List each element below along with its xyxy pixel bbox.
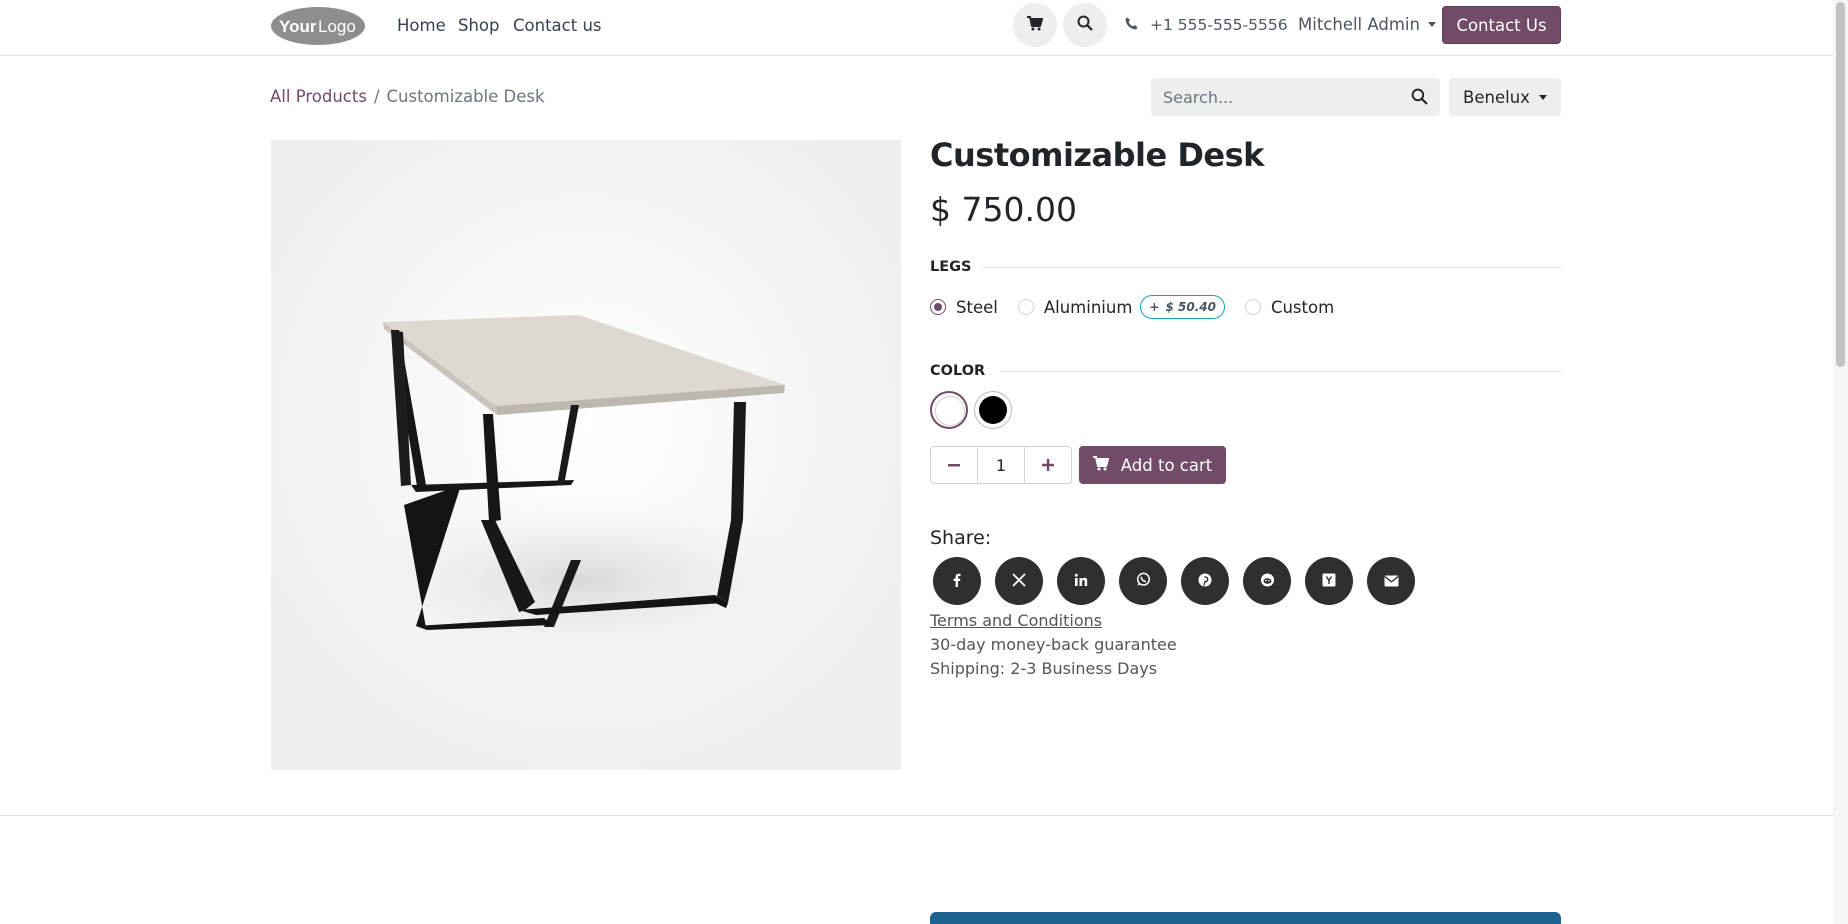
add-to-cart-button[interactable]: Add to cart — [1079, 446, 1226, 484]
pinterest-icon — [1198, 572, 1212, 591]
quantity-input[interactable]: 1 — [977, 447, 1025, 483]
share-x-button[interactable] — [995, 557, 1043, 605]
svg-text:Your: Your — [279, 17, 317, 36]
pricelist-dropdown[interactable]: Benelux — [1449, 78, 1561, 116]
user-name: Mitchell Admin — [1298, 15, 1420, 34]
legs-radio-steel[interactable] — [930, 299, 946, 315]
price-extra-badge: + $ 50.40 — [1140, 295, 1225, 319]
linkedin-icon — [1074, 572, 1088, 591]
search-icon[interactable] — [1411, 88, 1428, 109]
hacker-news-icon — [1322, 572, 1336, 591]
legs-radio-aluminium[interactable] — [1017, 299, 1034, 315]
share-reddit-button[interactable] — [1243, 557, 1291, 605]
share-hacker-news-button[interactable] — [1305, 557, 1353, 605]
breadcrumb-separator: / — [373, 87, 380, 106]
breadcrumb-all-products[interactable]: All Products — [270, 87, 367, 106]
price-extra-sign: + — [1149, 300, 1160, 314]
legs-options: Steel Aluminium + $ 50.40 Custom — [930, 295, 1334, 319]
terms-and-conditions-link[interactable]: Terms and Conditions — [930, 611, 1102, 630]
phone-link[interactable]: +1 555-555-5556 — [1125, 16, 1288, 34]
quantity-decrease-button[interactable] — [931, 447, 977, 483]
nav-contact-us[interactable]: Contact us — [513, 16, 602, 35]
share-facebook-button[interactable] — [933, 557, 981, 605]
quantity-increase-button[interactable] — [1025, 447, 1071, 483]
chevron-down-icon — [1427, 22, 1436, 27]
page-scrollbar[interactable] — [1833, 0, 1848, 924]
money-back-guarantee: 30-day money-back guarantee — [930, 635, 1177, 654]
cart-icon — [1092, 455, 1110, 475]
scrollbar-thumb[interactable] — [1836, 2, 1845, 367]
add-to-cart-label: Add to cart — [1120, 455, 1213, 475]
share-pinterest-button[interactable] — [1181, 557, 1229, 605]
search-icon — [1077, 15, 1093, 35]
product-name: Customizable Desk — [930, 136, 1264, 174]
nav-shop[interactable]: Shop — [458, 16, 500, 35]
legs-attribute-label: LEGS — [930, 259, 972, 275]
legs-divider — [983, 267, 1561, 268]
color-divider — [1000, 371, 1561, 372]
share-email-button[interactable] — [1367, 557, 1415, 605]
minus-icon — [948, 456, 960, 475]
header-search-button[interactable] — [1063, 3, 1107, 47]
share-label: Share: — [930, 527, 992, 549]
breadcrumb-current: Customizable Desk — [386, 87, 545, 106]
site-logo[interactable]: Your Logo — [270, 6, 366, 46]
search-input[interactable] — [1151, 78, 1391, 116]
whatsapp-icon — [1136, 572, 1151, 591]
legs-radio-custom[interactable] — [1244, 299, 1261, 315]
share-whatsapp-button[interactable] — [1119, 557, 1167, 605]
color-swatch-white[interactable] — [930, 391, 968, 429]
share-linkedin-button[interactable] — [1057, 557, 1105, 605]
phone-number: +1 555-555-5556 — [1150, 16, 1288, 34]
product-image — [271, 140, 901, 770]
pricelist-label: Benelux — [1463, 87, 1530, 107]
price-extra-value: $ 50.40 — [1165, 300, 1216, 314]
legs-option-label[interactable]: Aluminium — [1044, 298, 1133, 317]
email-icon — [1383, 572, 1399, 591]
legs-option-label[interactable]: Steel — [956, 298, 998, 317]
svg-text:Logo: Logo — [318, 17, 356, 36]
product-search — [1151, 78, 1440, 116]
legs-option-label[interactable]: Custom — [1271, 298, 1334, 317]
cart-button[interactable] — [1013, 3, 1057, 47]
user-menu[interactable]: Mitchell Admin — [1298, 15, 1436, 34]
shipping-info: Shipping: 2-3 Business Days — [930, 659, 1158, 678]
chevron-down-icon — [1538, 94, 1547, 100]
next-section-banner — [930, 912, 1561, 924]
product-price: $ 750.00 — [930, 190, 1077, 229]
facebook-icon — [950, 572, 964, 591]
reddit-icon — [1260, 572, 1275, 591]
x-twitter-icon — [1012, 572, 1026, 591]
plus-icon — [1042, 456, 1054, 475]
section-divider — [0, 815, 1833, 816]
site-header: Your Logo Home Shop Contact us +1 555-55… — [0, 0, 1833, 56]
phone-icon — [1125, 16, 1138, 34]
contact-us-button[interactable]: Contact Us — [1442, 6, 1561, 44]
color-swatch-black[interactable] — [974, 391, 1012, 429]
quantity-stepper: 1 — [930, 446, 1072, 484]
breadcrumb: All Products / Customizable Desk — [270, 87, 545, 106]
color-attribute-label: COLOR — [930, 363, 986, 379]
cart-icon — [1027, 15, 1044, 35]
nav-home[interactable]: Home — [397, 16, 446, 35]
